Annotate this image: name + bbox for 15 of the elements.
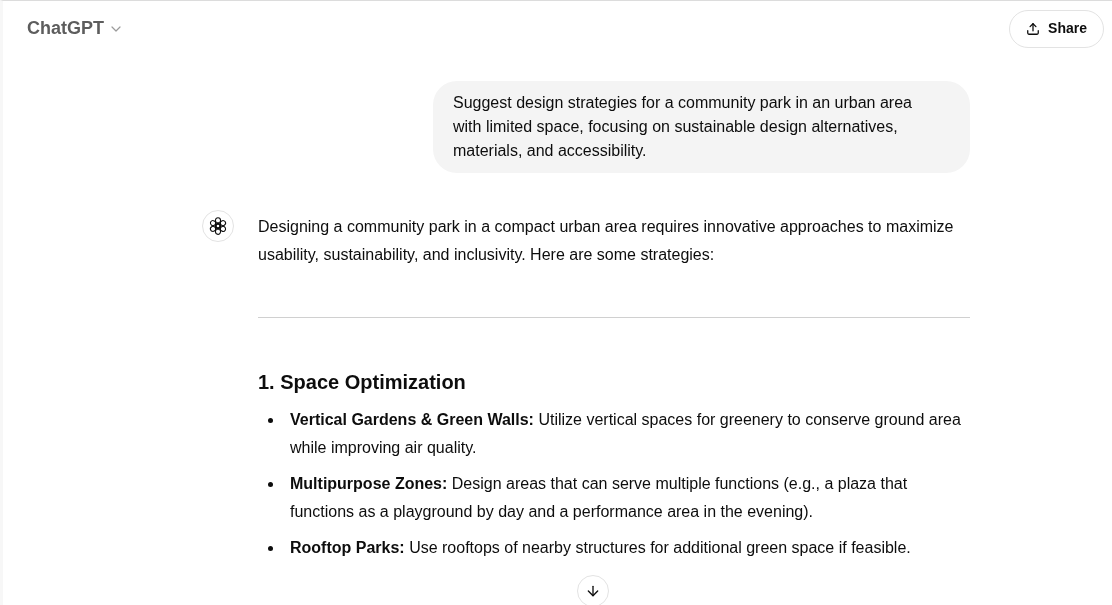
- section-heading: 1. Space Optimization: [258, 370, 467, 395]
- bullet-icon: [268, 418, 273, 423]
- user-message-bubble: Suggest design strategies for a community park in an urban area with limited space, focusing on sustainable design alternatives, materials, and accessibility.: [433, 81, 970, 173]
- model-selector-button[interactable]: ChatGPT: [19, 9, 132, 48]
- arrow-down-icon: [585, 583, 601, 599]
- bullet-icon: [268, 546, 273, 551]
- bullet-icon: [268, 482, 273, 487]
- logo-icon: [202, 210, 234, 242]
- scroll-down-button[interactable]: [577, 575, 609, 605]
- list-item-text: Multipurpose Zones: Design areas that can serve multiple functions (e.g., a plaza that functions as a playground by day and a performance area in the evening).: [290, 474, 909, 522]
- response-paragraph: Designing a community park in a compact urban area requires innovative approaches to maximize usability, sustainability, and inclusivity. Here are some strategies:: [258, 217, 955, 265]
- list-item-text: Vertical Gardens & Green Walls: Utilize vertical spaces for greenery to conserve ground area while improving air quality.: [290, 410, 962, 458]
- list-item-text: Rooftop Parks: Use rooftops of nearby structures for additional green space if feasible.: [290, 538, 911, 558]
- upload-icon: [1026, 21, 1041, 36]
- share-button[interactable]: Share: [1009, 9, 1104, 48]
